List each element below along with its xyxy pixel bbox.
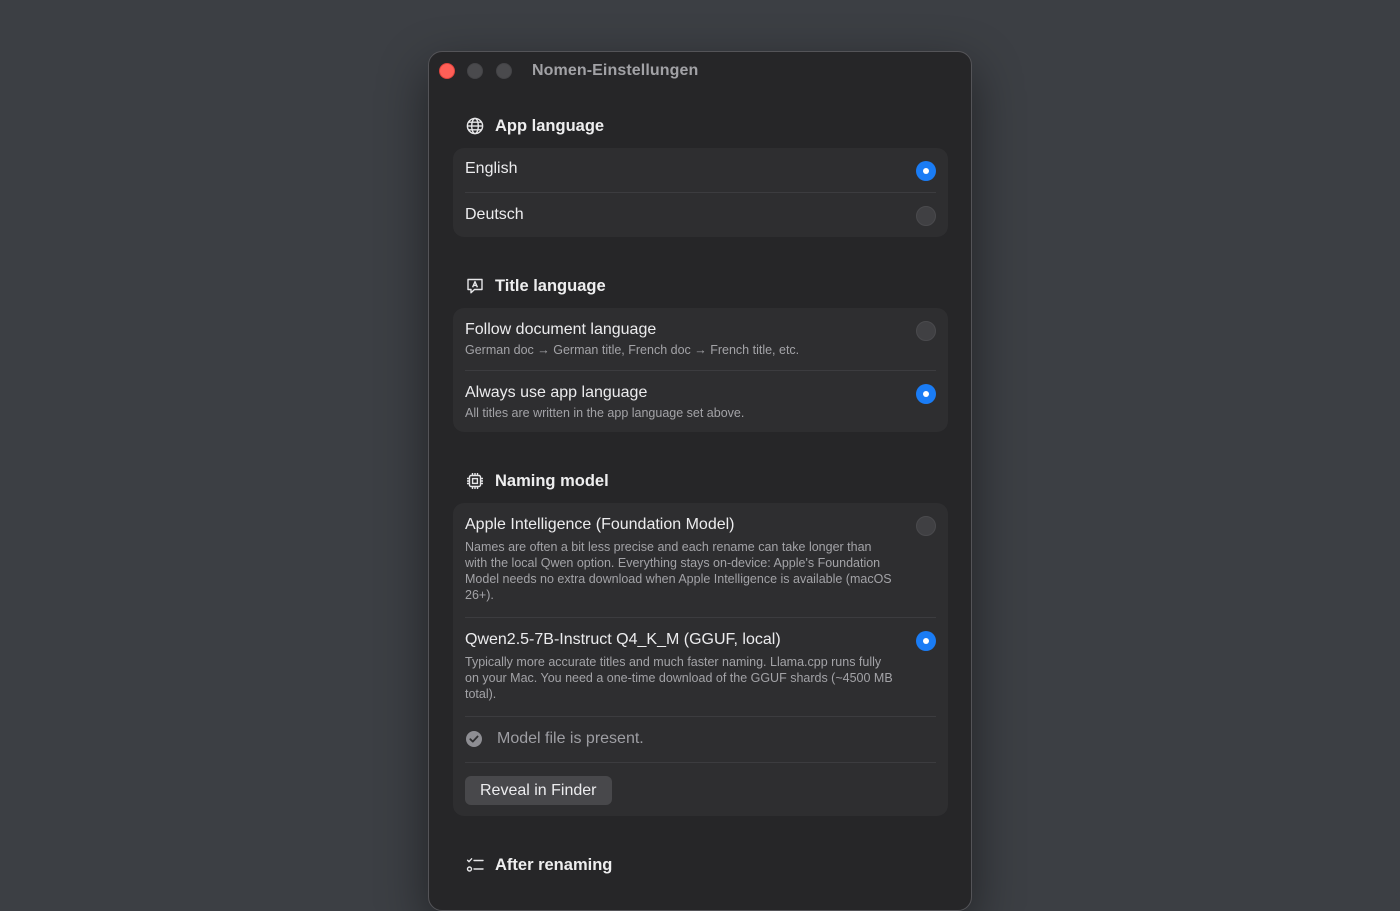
checkmark-circle-icon [465,730,483,748]
globe-icon [465,116,485,136]
option-follow-document-language[interactable]: Follow document language German doc → Ge… [465,321,936,361]
radio-apple-intelligence[interactable] [916,516,936,536]
option-description: German doc → German title, French doc → … [465,343,800,357]
divider [465,192,936,193]
option-label: Follow document language [465,321,657,338]
title-bar[interactable]: Nomen-Einstellungen [429,52,971,90]
settings-window: Nomen-Einstellungen App language English… [428,51,972,911]
option-always-use-app-language[interactable]: Always use app language All titles are w… [465,384,936,424]
naming-model-group: Apple Intelligence (Foundation Model) Na… [453,503,948,816]
section-title: After renaming [495,855,613,874]
zoom-button[interactable] [496,63,512,79]
option-description: Names are often a bit less precise and e… [465,540,892,602]
option-label: Always use app language [465,384,648,401]
option-deutsch[interactable]: Deutsch [465,206,936,228]
radio-qwen-local[interactable] [916,631,936,651]
option-english[interactable]: English [465,160,936,182]
app-language-group: English Deutsch [453,148,948,237]
option-description: Typically more accurate titles and much … [465,655,893,701]
status-text: Model file is present. [497,730,644,747]
divider [465,716,936,717]
cpu-chip-icon [465,471,485,491]
divider [465,617,936,618]
option-label: Qwen2.5-7B-Instruct Q4_K_M (GGUF, local) [465,631,781,648]
speech-bubble-a-icon [465,276,485,296]
radio-always-use-app-language[interactable] [916,384,936,404]
section-after-renaming: After renaming [465,853,612,877]
divider [465,762,936,763]
section-app-language: App language [465,114,604,138]
reveal-in-finder-button[interactable]: Reveal in Finder [465,776,612,805]
close-button[interactable] [439,63,455,79]
checklist-icon [465,855,485,875]
radio-english[interactable] [916,161,936,181]
radio-follow-document-language[interactable] [916,321,936,341]
divider [465,370,936,371]
option-label: Deutsch [465,206,524,223]
option-qwen-local[interactable]: Qwen2.5-7B-Instruct Q4_K_M (GGUF, local)… [465,631,936,703]
section-title-language: Title language [465,274,606,298]
option-description: All titles are written in the app langua… [465,406,745,420]
section-naming-model: Naming model [465,469,609,493]
minimize-button[interactable] [467,63,483,79]
title-language-group: Follow document language German doc → Ge… [453,308,948,432]
option-label: English [465,160,518,177]
model-status: Model file is present. [465,730,644,748]
window-title: Nomen-Einstellungen [532,62,699,79]
section-title: Title language [495,276,606,295]
option-label: Apple Intelligence (Foundation Model) [465,516,735,533]
radio-deutsch[interactable] [916,206,936,226]
section-title: App language [495,116,605,135]
option-apple-intelligence[interactable]: Apple Intelligence (Foundation Model) Na… [465,516,936,606]
section-title: Naming model [495,471,609,490]
